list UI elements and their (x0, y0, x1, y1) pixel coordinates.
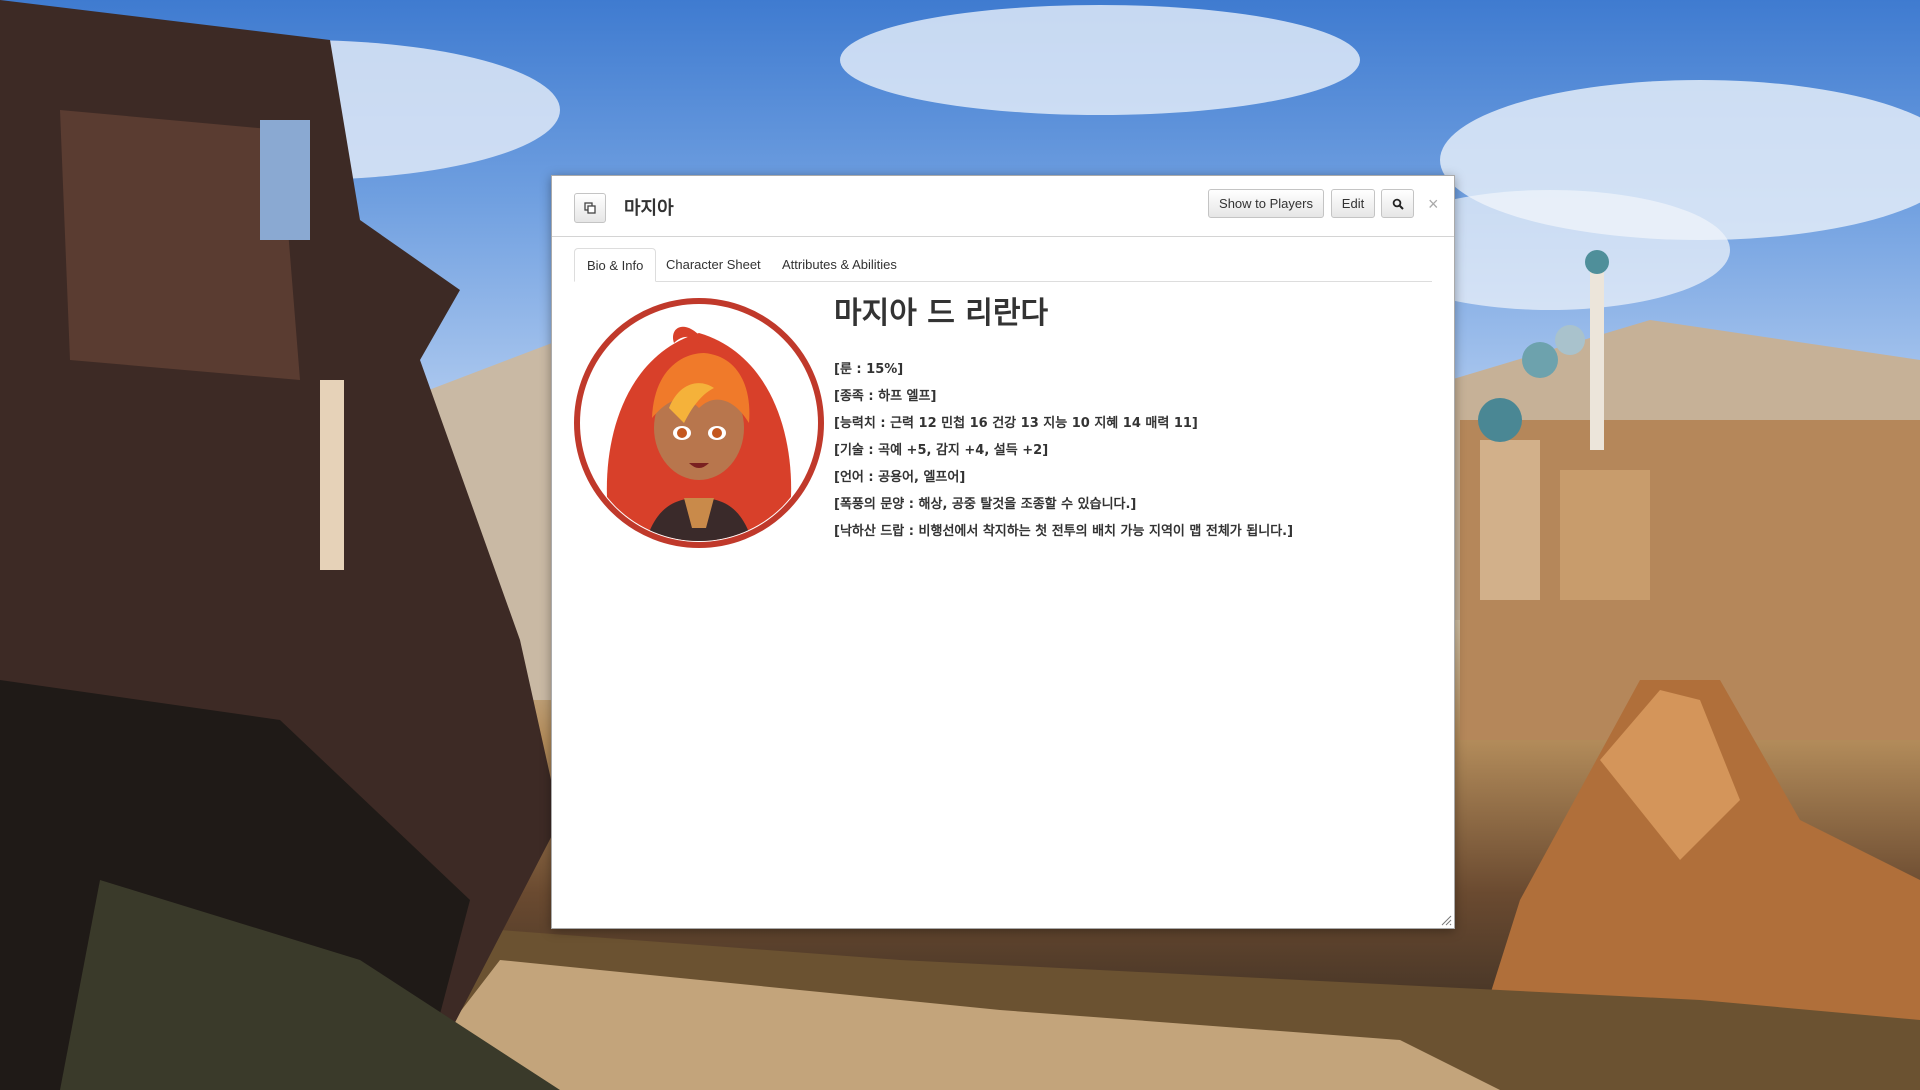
edit-button[interactable]: Edit (1331, 189, 1375, 218)
dialog-titlebar[interactable]: 마지아 Show to Players Edit × (552, 176, 1454, 237)
bio-line-parachute-drop: [낙하산 드랍 : 비행선에서 착지하는 첫 전투의 배치 가능 지역이 맵 전… (834, 524, 1294, 539)
bio-line-stats: [능력치 : 근력 12 민첩 16 건강 13 지능 10 지혜 14 매력 … (834, 416, 1198, 431)
dialog-title: 마지아 (624, 198, 674, 219)
bio-line-skills: [기술 : 곡예 +5, 감지 +4, 설득 +2] (834, 443, 1049, 458)
bio-line-storm-mark: [폭풍의 문양 : 해상, 공중 탈것을 조종할 수 있습니다.] (834, 497, 1137, 512)
character-avatar (574, 298, 824, 548)
popout-icon (584, 202, 596, 214)
resize-grip-icon[interactable] (1440, 914, 1452, 926)
bio-line-race: [종족 : 하프 엘프] (834, 389, 937, 404)
bio-line-rune: [룬 : 15%] (834, 362, 904, 377)
show-to-players-button[interactable]: Show to Players (1208, 189, 1324, 218)
search-button[interactable] (1381, 189, 1414, 218)
character-journal-dialog: 마지아 Show to Players Edit × Bio & Info Ch… (551, 175, 1455, 929)
popout-button[interactable] (574, 193, 606, 223)
search-icon (1392, 198, 1404, 210)
character-full-name: 마지아 드 리란다 (834, 296, 1049, 331)
close-icon[interactable]: × (1428, 194, 1439, 215)
tab-bar: Bio & Info Character Sheet Attributes & … (574, 248, 1432, 282)
bio-content: 마지아 드 리란다 [룬 : 15%] [종족 : 하프 엘프] [능력치 : … (834, 294, 1434, 545)
game-background: 마지아 Show to Players Edit × Bio & Info Ch… (0, 0, 1920, 1090)
tab-attributes-abilities[interactable]: Attributes & Abilities (770, 248, 909, 282)
tab-character-sheet[interactable]: Character Sheet (654, 248, 773, 282)
tab-bio-info[interactable]: Bio & Info (574, 248, 657, 282)
bio-line-languages: [언어 : 공용어, 엘프어] (834, 470, 966, 485)
